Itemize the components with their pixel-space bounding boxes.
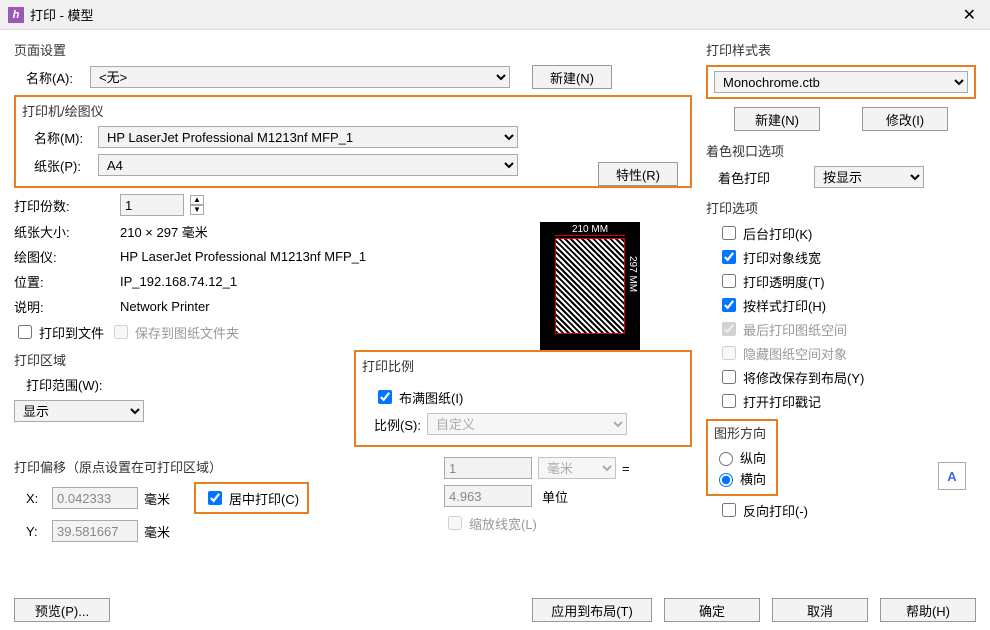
paper-label: 纸张(P): [22,156,92,175]
style-group-label: 打印样式表 [706,40,976,59]
print-area-label: 打印区域 [14,350,334,369]
page-setup-name-select[interactable]: <无> [90,66,510,88]
save-to-folder-checkbox: 保存到图纸文件夹 [110,322,239,342]
preview-button[interactable]: 预览(P)... [14,598,110,622]
print-range-select[interactable]: 显示 [14,400,144,422]
orient-landscape-radio[interactable]: 横向 [714,469,766,488]
app-icon: h [8,7,24,23]
style-modify-button[interactable]: 修改(I) [862,107,948,131]
printer-props-button[interactable]: 特性(R) [598,162,678,186]
printer-name-select[interactable]: HP LaserJet Professional M1213nf MFP_1 [98,126,518,148]
opt-bystyle-checkbox[interactable]: 按样式打印(H) [718,295,976,315]
copies-label: 打印份数: [14,196,114,215]
style-new-button[interactable]: 新建(N) [734,107,820,131]
offset-x-input [52,487,138,509]
copies-input[interactable] [120,194,184,216]
page-setup-new-button[interactable]: 新建(N) [532,65,612,89]
opt-stamp-checkbox[interactable]: 打开打印戳记 [718,391,976,411]
paper-select[interactable]: A4 [98,154,518,176]
location-label: 位置: [14,272,114,291]
desc-label: 说明: [14,297,114,316]
paper-preview: 210 MM 297 MM [540,222,640,350]
print-range-label: 打印范围(W): [14,375,334,394]
shade-select[interactable]: 按显示 [814,166,924,188]
titlebar: h 打印 - 模型 ✕ [0,0,990,30]
scale-group-label: 打印比例 [362,356,684,375]
offset-group-label: 打印偏移（原点设置在可打印区域） [14,457,344,476]
shade-label: 着色打印 [718,168,808,187]
plotter-label: 绘图仪: [14,247,114,266]
scale-label: 比例(S): [374,415,421,434]
page-setup-label: 页面设置 [14,40,692,59]
printer-group-label: 打印机/绘图仪 [22,101,684,120]
plotter-value: HP LaserJet Professional M1213nf MFP_1 [120,249,366,264]
location-value: IP_192.168.74.12_1 [120,274,237,289]
orient-group-label: 图形方向 [714,423,766,442]
scale-num-input [444,457,532,479]
window-title: 打印 - 模型 [30,5,957,24]
opt-lw-checkbox[interactable]: 打印对象线宽 [718,247,976,267]
print-to-file-checkbox[interactable]: 打印到文件 [14,322,104,342]
style-select[interactable]: Monochrome.ctb [714,71,968,93]
paper-size-label: 纸张大小: [14,222,114,241]
opt-savelayout-checkbox[interactable]: 将修改保存到布局(Y) [718,367,976,387]
scale-select: 自定义 [427,413,627,435]
ok-button[interactable]: 确定 [664,598,760,622]
reverse-print-checkbox[interactable]: 反向打印(-) [706,500,808,520]
help-button[interactable]: 帮助(H) [880,598,976,622]
spinner-up-icon[interactable]: ▲ [190,195,204,205]
fit-to-paper-checkbox[interactable]: 布满图纸(I) [374,387,463,407]
orient-portrait-radio[interactable]: 纵向 [714,448,766,467]
spinner-down-icon[interactable]: ▼ [190,205,204,215]
printer-name-label: 名称(M): [22,128,92,147]
page-setup-name-label: 名称(A): [14,68,84,87]
scale-lineweight-checkbox: 缩放线宽(L) [444,513,537,533]
center-print-checkbox[interactable]: 居中打印(C) [204,488,299,508]
scale-unit-select: 毫米 [538,457,616,479]
opt-lastps-checkbox: 最后打印图纸空间 [718,319,976,339]
paper-size-value: 210 × 297 毫米 [120,222,208,241]
apply-layout-button[interactable]: 应用到布局(T) [532,598,652,622]
opt-hideps-checkbox: 隐藏图纸空间对象 [718,343,976,363]
orient-preview-icon: A [938,462,966,490]
close-icon[interactable]: ✕ [957,5,982,25]
options-group-label: 打印选项 [706,198,976,217]
desc-value: Network Printer [120,299,210,314]
scale-den-input [444,485,532,507]
opt-trans-checkbox[interactable]: 打印透明度(T) [718,271,976,291]
opt-bg-checkbox[interactable]: 后台打印(K) [718,223,976,243]
offset-y-input [52,520,138,542]
shade-group-label: 着色视口选项 [706,141,976,160]
cancel-button[interactable]: 取消 [772,598,868,622]
